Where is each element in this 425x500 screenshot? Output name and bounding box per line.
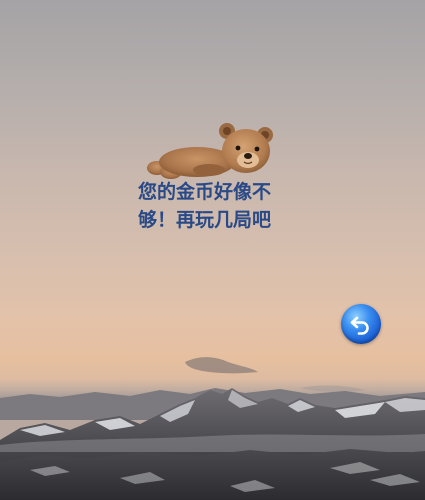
back-button[interactable] bbox=[341, 304, 381, 344]
undo-arrow-icon bbox=[350, 316, 369, 335]
foreground-hills bbox=[0, 449, 425, 500]
cloud-wisp bbox=[185, 357, 258, 374]
insufficient-coins-message: 您的金币好像不够！再玩几局吧 bbox=[138, 181, 272, 231]
sky-and-mountains-backdrop bbox=[0, 357, 425, 500]
teddy-bear-lying-icon bbox=[147, 123, 273, 179]
game-notice-screen: 您的金币好像不够！再玩几局吧 bbox=[0, 0, 425, 500]
